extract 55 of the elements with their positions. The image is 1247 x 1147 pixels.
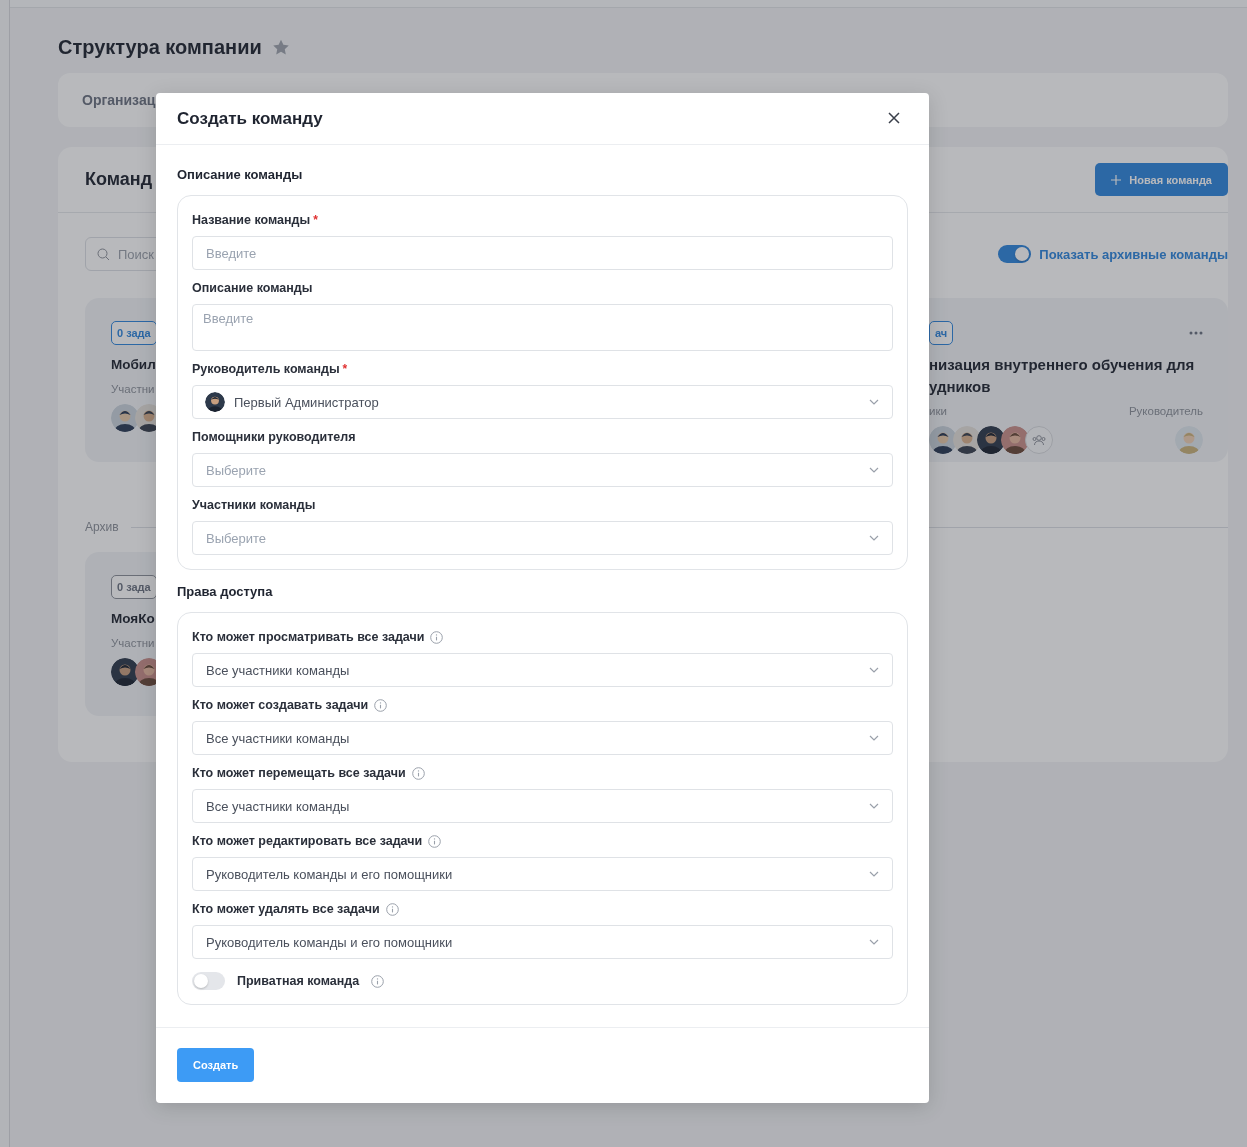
members-label: Участни xyxy=(111,383,155,395)
required-mark: * xyxy=(313,213,318,227)
toggle-switch[interactable] xyxy=(998,245,1032,263)
toggle-label: Показать архивные команды xyxy=(1039,246,1228,262)
field-label: Помощники руководителя xyxy=(192,430,356,444)
section-title: Описание команды xyxy=(177,167,304,183)
select-field[interactable]: Руководитель команды и его помощники xyxy=(192,925,893,959)
tab[interactable]: Организац xyxy=(82,92,156,108)
chevron-down-icon xyxy=(869,467,879,473)
task-count-badge: ач xyxy=(929,321,954,345)
field-label: Руководитель команды xyxy=(192,362,340,376)
group-icon[interactable] xyxy=(1025,426,1053,454)
chevron-down-icon xyxy=(869,871,879,877)
chevron-down-icon xyxy=(869,535,879,541)
field-label: Кто может создавать задачи xyxy=(192,698,369,712)
chevron-down-icon xyxy=(869,735,879,741)
select-field[interactable]: Все участники команды xyxy=(192,789,893,823)
required-mark: * xyxy=(342,362,348,376)
page-title: Структура компании xyxy=(58,35,262,59)
section-title: Права доступа xyxy=(177,584,274,600)
task-count-badge: 0 зада xyxy=(111,321,157,345)
chevron-down-icon xyxy=(869,667,879,673)
team-name: низация внутреннего обучения для xyxy=(929,355,1195,375)
switch-label: Приватная команда xyxy=(237,974,360,988)
task-count-badge: 0 зада xyxy=(111,575,157,599)
field-label: Кто может перемещать все задачи xyxy=(192,766,406,780)
select-field[interactable]: Руководитель команды и его помощники xyxy=(192,857,893,891)
field-label: Кто может редактировать все задачи xyxy=(192,834,423,848)
toggle-switch[interactable] xyxy=(192,972,225,990)
field-label: Участники команды xyxy=(192,498,316,512)
field-label: Название команды xyxy=(192,213,311,227)
modal-title: Создать команду xyxy=(177,108,323,129)
search-icon xyxy=(97,248,110,261)
select-field[interactable]: Все участники команды xyxy=(192,721,893,755)
field-label: Описание команды xyxy=(192,281,313,295)
team-name: удников xyxy=(929,377,991,397)
plus-icon xyxy=(1111,174,1122,185)
members-label: ики xyxy=(929,405,947,417)
section-label: Архив xyxy=(85,520,119,534)
panel-title: Команд xyxy=(85,169,153,190)
star-icon[interactable] xyxy=(271,38,290,56)
chevron-down-icon xyxy=(869,803,879,809)
select-field[interactable]: Первый Администратор xyxy=(192,385,893,419)
field-label: Кто может удалять все задачи xyxy=(192,902,380,916)
field-label: Кто может просматривать все задачи xyxy=(192,630,425,644)
members-label: Участни xyxy=(111,637,155,649)
leader-label: Руководитель xyxy=(1128,405,1203,417)
textarea-field[interactable]: Введите xyxy=(192,304,893,351)
input-field[interactable]: Введите xyxy=(192,236,893,270)
chevron-down-icon xyxy=(869,939,879,945)
select-field[interactable]: Все участники команды xyxy=(192,653,893,687)
team-name: МояКо xyxy=(111,610,155,628)
chevron-down-icon xyxy=(869,399,879,405)
more-icon[interactable] xyxy=(1189,331,1203,335)
team-name: Мобил xyxy=(111,356,156,374)
